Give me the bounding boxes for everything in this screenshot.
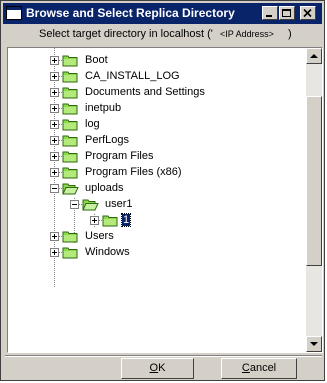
maximize-button[interactable] bbox=[279, 6, 295, 20]
tree-node[interactable]: Program Files (x86) bbox=[8, 165, 304, 181]
close-icon bbox=[303, 9, 312, 18]
tree-node-label[interactable]: Documents and Settings bbox=[85, 86, 205, 98]
folder-icon bbox=[62, 55, 78, 67]
tree-node[interactable]: log bbox=[8, 117, 304, 133]
tree-node-label-selected[interactable]: 1 bbox=[120, 213, 132, 227]
window-title: Browse and Select Replica Directory bbox=[26, 6, 235, 20]
tree-node-label[interactable]: CA_INSTALL_LOG bbox=[85, 70, 180, 82]
cancel-mnemonic: C bbox=[241, 362, 250, 374]
minimize-button[interactable] bbox=[262, 6, 278, 20]
ok-label-rest: K bbox=[158, 362, 166, 374]
expand-icon[interactable] bbox=[50, 248, 59, 257]
expand-icon[interactable] bbox=[50, 152, 59, 161]
directory-tree[interactable]: Boot CA_INSTALL_LOG Documents and Settings… bbox=[7, 47, 323, 353]
tree-node[interactable]: CA_INSTALL_LOG bbox=[8, 69, 304, 85]
tree-node[interactable]: user1 bbox=[8, 197, 304, 213]
tree-node-label[interactable]: Users bbox=[85, 230, 114, 242]
folder-icon bbox=[62, 87, 78, 99]
ok-button[interactable]: OK bbox=[121, 358, 194, 379]
scroll-up-button[interactable] bbox=[306, 48, 322, 64]
button-separator bbox=[5, 355, 322, 357]
collapse-icon[interactable] bbox=[50, 184, 59, 193]
expand-icon[interactable] bbox=[50, 120, 59, 129]
tree-node[interactable]: 1 bbox=[8, 213, 304, 229]
tree-node[interactable]: Users bbox=[8, 229, 304, 245]
expand-icon[interactable] bbox=[50, 104, 59, 113]
tree-node-label[interactable]: log bbox=[85, 118, 100, 130]
expand-icon[interactable] bbox=[50, 72, 59, 81]
close-button[interactable] bbox=[300, 6, 316, 20]
folder-icon bbox=[62, 119, 78, 131]
minimize-icon bbox=[266, 15, 272, 17]
window-app-icon bbox=[6, 6, 22, 20]
arrow-up-icon bbox=[310, 54, 318, 58]
folder-icon bbox=[62, 103, 78, 115]
tree-node-label[interactable]: uploads bbox=[85, 182, 124, 194]
folder-icon bbox=[102, 215, 118, 227]
tree-node-label[interactable]: PerfLogs bbox=[85, 134, 129, 146]
instruction-text: Select target directory in localhost (' … bbox=[1, 28, 326, 44]
title-bar[interactable]: Browse and Select Replica Directory bbox=[3, 3, 322, 24]
tree-node[interactable]: Program Files bbox=[8, 149, 304, 165]
expand-icon[interactable] bbox=[50, 136, 59, 145]
tree-node-label[interactable]: user1 bbox=[105, 198, 133, 210]
dialog-window: Browse and Select Replica Directory Sele… bbox=[0, 0, 325, 381]
instruction-closing: ) bbox=[288, 28, 292, 40]
folder-icon bbox=[62, 167, 78, 179]
expand-icon[interactable] bbox=[50, 88, 59, 97]
expand-icon[interactable] bbox=[50, 56, 59, 65]
tree-node[interactable]: Documents and Settings bbox=[8, 85, 304, 101]
ok-mnemonic: O bbox=[149, 362, 159, 374]
folder-icon bbox=[62, 231, 78, 243]
tree-node-label[interactable]: Program Files (x86) bbox=[85, 166, 182, 178]
scrollbar-thumb[interactable] bbox=[306, 96, 322, 266]
tree-node[interactable]: Windows bbox=[8, 245, 304, 261]
arrow-down-icon bbox=[310, 342, 318, 346]
instruction-label: Select target directory in localhost (' bbox=[39, 28, 213, 40]
folder-icon bbox=[62, 151, 78, 163]
tree-node[interactable]: PerfLogs bbox=[8, 133, 304, 149]
open-folder-icon bbox=[82, 199, 99, 211]
tree-node-label[interactable]: inetpub bbox=[85, 102, 121, 114]
expand-icon[interactable] bbox=[50, 232, 59, 241]
maximize-icon bbox=[282, 9, 291, 17]
folder-icon bbox=[62, 135, 78, 147]
collapse-icon[interactable] bbox=[70, 200, 79, 209]
scroll-down-button[interactable] bbox=[306, 336, 322, 352]
tree-node-label[interactable]: Boot bbox=[85, 54, 108, 66]
cancel-label-rest: ancel bbox=[249, 362, 277, 374]
ip-address-placeholder: <IP Address> bbox=[220, 29, 274, 39]
open-folder-icon bbox=[62, 183, 79, 195]
expand-icon[interactable] bbox=[90, 216, 99, 225]
tree-node-label[interactable]: Program Files bbox=[85, 150, 153, 162]
cancel-button[interactable]: Cancel bbox=[221, 358, 297, 379]
tree-node[interactable]: inetpub bbox=[8, 101, 304, 117]
folder-icon bbox=[62, 71, 78, 83]
tree-node-label[interactable]: Windows bbox=[85, 246, 130, 258]
tree-node[interactable]: uploads bbox=[8, 181, 304, 197]
folder-icon bbox=[62, 247, 78, 259]
vertical-scrollbar[interactable] bbox=[306, 48, 322, 352]
expand-icon[interactable] bbox=[50, 168, 59, 177]
tree-node[interactable]: Boot bbox=[8, 53, 304, 69]
